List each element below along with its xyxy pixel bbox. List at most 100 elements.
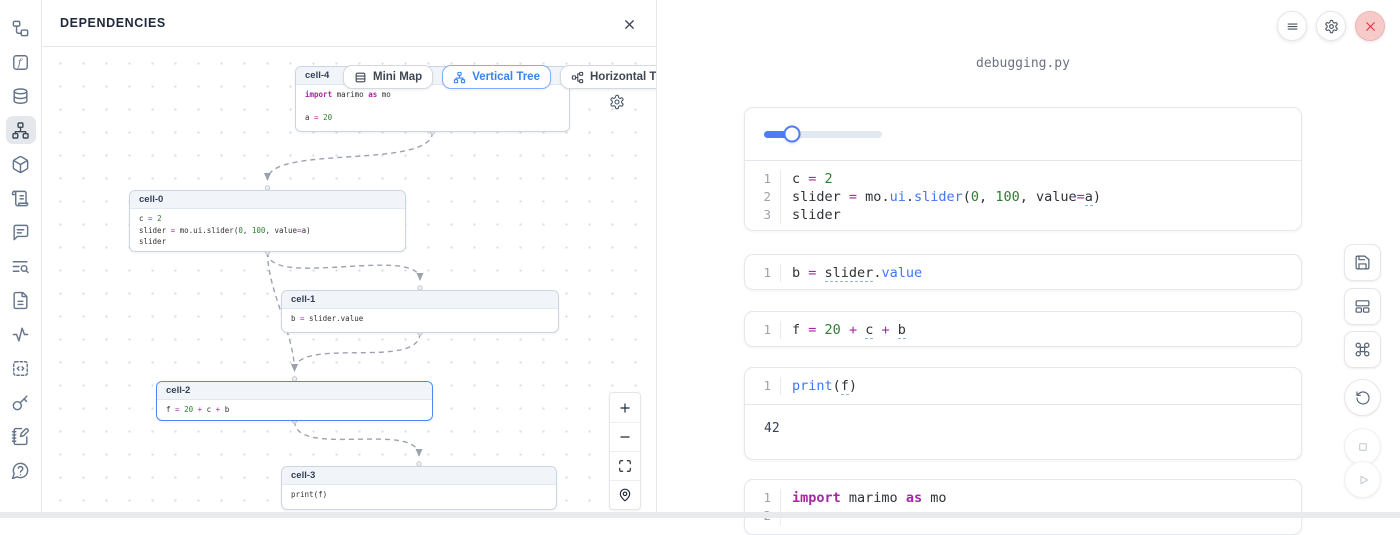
- snippets-icon: [11, 359, 30, 378]
- graph-settings-button[interactable]: [609, 94, 627, 112]
- minus-icon: [618, 430, 632, 444]
- graph-node-cell-2[interactable]: cell-2f = 20 + c + b: [156, 381, 433, 421]
- close-panel-button[interactable]: [618, 13, 640, 35]
- interrupt-button[interactable]: [1344, 428, 1381, 465]
- gear-icon: [609, 94, 625, 110]
- line-number: 2: [745, 188, 781, 206]
- bottom-scrollbar-track[interactable]: [0, 512, 1400, 518]
- horizontal-tree-icon: [571, 71, 584, 84]
- slider-knob[interactable]: [784, 126, 801, 143]
- sidebar-item-secrets[interactable]: [6, 388, 36, 416]
- notebook-cell: 1import marimo as mo2: [744, 479, 1302, 535]
- line-number: 1: [745, 264, 781, 282]
- dependency-edge: [295, 333, 421, 371]
- dependency-edge: [295, 421, 420, 456]
- notebook-filename[interactable]: debugging.py: [744, 56, 1302, 71]
- chat-icon: [11, 223, 30, 242]
- sidebar-item-scratchpad[interactable]: [6, 422, 36, 450]
- dependency-graph-canvas[interactable]: cell-4import marimo as moa = 20cell-0c =…: [42, 47, 656, 518]
- sidebar-item-outline[interactable]: [6, 184, 36, 212]
- function-icon: [11, 53, 30, 72]
- sidebar-item-snippets[interactable]: [6, 354, 36, 382]
- scratchpad-icon: [11, 427, 30, 446]
- outline-icon: [11, 189, 30, 208]
- undo-button[interactable]: [1344, 379, 1381, 416]
- code-editor[interactable]: 1b = slider.value: [745, 255, 1301, 290]
- notebook-cell: 1print(f) 42: [744, 367, 1302, 460]
- line-number: 1: [745, 170, 781, 188]
- notebook-menu-button[interactable]: [1277, 11, 1307, 41]
- sidebar-item-variables[interactable]: [6, 48, 36, 76]
- code-editor[interactable]: 1import marimo as mo2: [745, 480, 1301, 534]
- graph-node-code: print(f): [282, 485, 556, 505]
- layout-select-button[interactable]: [1344, 288, 1381, 325]
- sidebar-item-data-sources[interactable]: [6, 82, 36, 110]
- save-icon: [1354, 254, 1371, 271]
- save-button[interactable]: [1344, 244, 1381, 281]
- zoom-out-button[interactable]: [610, 422, 640, 451]
- sidebar-item-tracing[interactable]: [6, 320, 36, 348]
- logs-search-icon: [11, 257, 30, 276]
- sidebar-item-dependencies[interactable]: [6, 116, 36, 144]
- sidebar-item-logs[interactable]: [6, 252, 36, 280]
- line-number: 3: [745, 206, 781, 224]
- slider[interactable]: [764, 131, 882, 138]
- gear-icon: [1324, 19, 1339, 34]
- code-editor[interactable]: 1c = 22slider = mo.ui.slider(0, 100, val…: [745, 161, 1301, 231]
- code-line[interactable]: 1c = 2: [745, 170, 1301, 188]
- minimap-icon: [354, 71, 367, 84]
- view-button-label: Horizontal Tree: [590, 71, 656, 83]
- view-button-label: Vertical Tree: [472, 71, 540, 83]
- notebook-cell: 1c = 22slider = mo.ui.slider(0, 100, val…: [744, 107, 1302, 231]
- vertical-tree-view-button[interactable]: Vertical Tree: [442, 65, 551, 89]
- code-line[interactable]: 2slider = mo.ui.slider(0, 100, value=a): [745, 188, 1301, 206]
- plus-icon: [618, 401, 632, 415]
- code-line[interactable]: 1import marimo as mo: [745, 489, 1301, 507]
- code-line[interactable]: 1print(f): [745, 377, 1301, 395]
- reset-position-button[interactable]: [610, 480, 640, 509]
- graph-node-cell-0[interactable]: cell-0c = 2slider = mo.ui.slider(0, 100,…: [129, 190, 406, 252]
- dependencies-panel-header: DEPENDENCIES: [42, 0, 656, 47]
- code-line[interactable]: 1b = slider.value: [745, 264, 1301, 282]
- zoom-in-button[interactable]: [610, 393, 640, 422]
- keyboard-shortcuts-button[interactable]: [1344, 331, 1381, 368]
- fit-view-button[interactable]: [610, 451, 640, 480]
- dependency-edge: [268, 132, 433, 180]
- fullscreen-icon: [618, 459, 632, 473]
- map-pin-icon: [618, 488, 632, 502]
- dependencies-panel: DEPENDENCIES cell-4import marimo as moa …: [42, 0, 657, 518]
- minimap-view-button[interactable]: Mini Map: [343, 65, 433, 89]
- graph-zoom-controls: [609, 392, 641, 510]
- sidebar-item-packages[interactable]: [6, 150, 36, 178]
- graph-node-cell-1[interactable]: cell-1b = slider.value: [281, 290, 559, 333]
- horizontal-tree-view-button[interactable]: Horizontal Tree: [560, 65, 656, 89]
- code-line[interactable]: 1f = 20 + c + b: [745, 321, 1301, 339]
- line-number: 1: [745, 321, 781, 339]
- cell-output-slider: [745, 108, 1301, 161]
- sidebar-item-help[interactable]: [6, 456, 36, 484]
- data-sources-icon: [11, 87, 30, 106]
- code-editor[interactable]: 1print(f): [745, 368, 1301, 404]
- documentation-icon: [11, 291, 30, 310]
- run-button[interactable]: [1344, 461, 1381, 498]
- code-line[interactable]: 3slider: [745, 206, 1301, 224]
- close-icon: [622, 17, 637, 32]
- graph-node-code: c = 2slider = mo.ui.slider(0, 100, value…: [130, 209, 405, 252]
- dependency-edge: [268, 252, 421, 280]
- graph-node-cell-3[interactable]: cell-3print(f): [281, 466, 557, 510]
- shutdown-button[interactable]: [1355, 11, 1385, 41]
- notebook-cell: 1b = slider.value: [744, 254, 1302, 290]
- notebook-cell: 1f = 20 + c + b: [744, 311, 1302, 347]
- sidebar-item-documentation[interactable]: [6, 286, 36, 314]
- code-editor[interactable]: 1f = 20 + c + b: [745, 312, 1301, 347]
- graph-node-code: b = slider.value: [282, 309, 558, 329]
- graph-node-title: cell-1: [282, 291, 558, 309]
- menu-icon: [1285, 19, 1300, 34]
- packages-icon: [11, 155, 30, 174]
- file-tree-icon: [11, 19, 30, 38]
- cell-console-output: 42: [745, 404, 1301, 460]
- sidebar-item-chat[interactable]: [6, 218, 36, 246]
- helper-panel-rail: [0, 0, 42, 518]
- settings-button[interactable]: [1316, 11, 1346, 41]
- sidebar-item-file-tree[interactable]: [6, 14, 36, 42]
